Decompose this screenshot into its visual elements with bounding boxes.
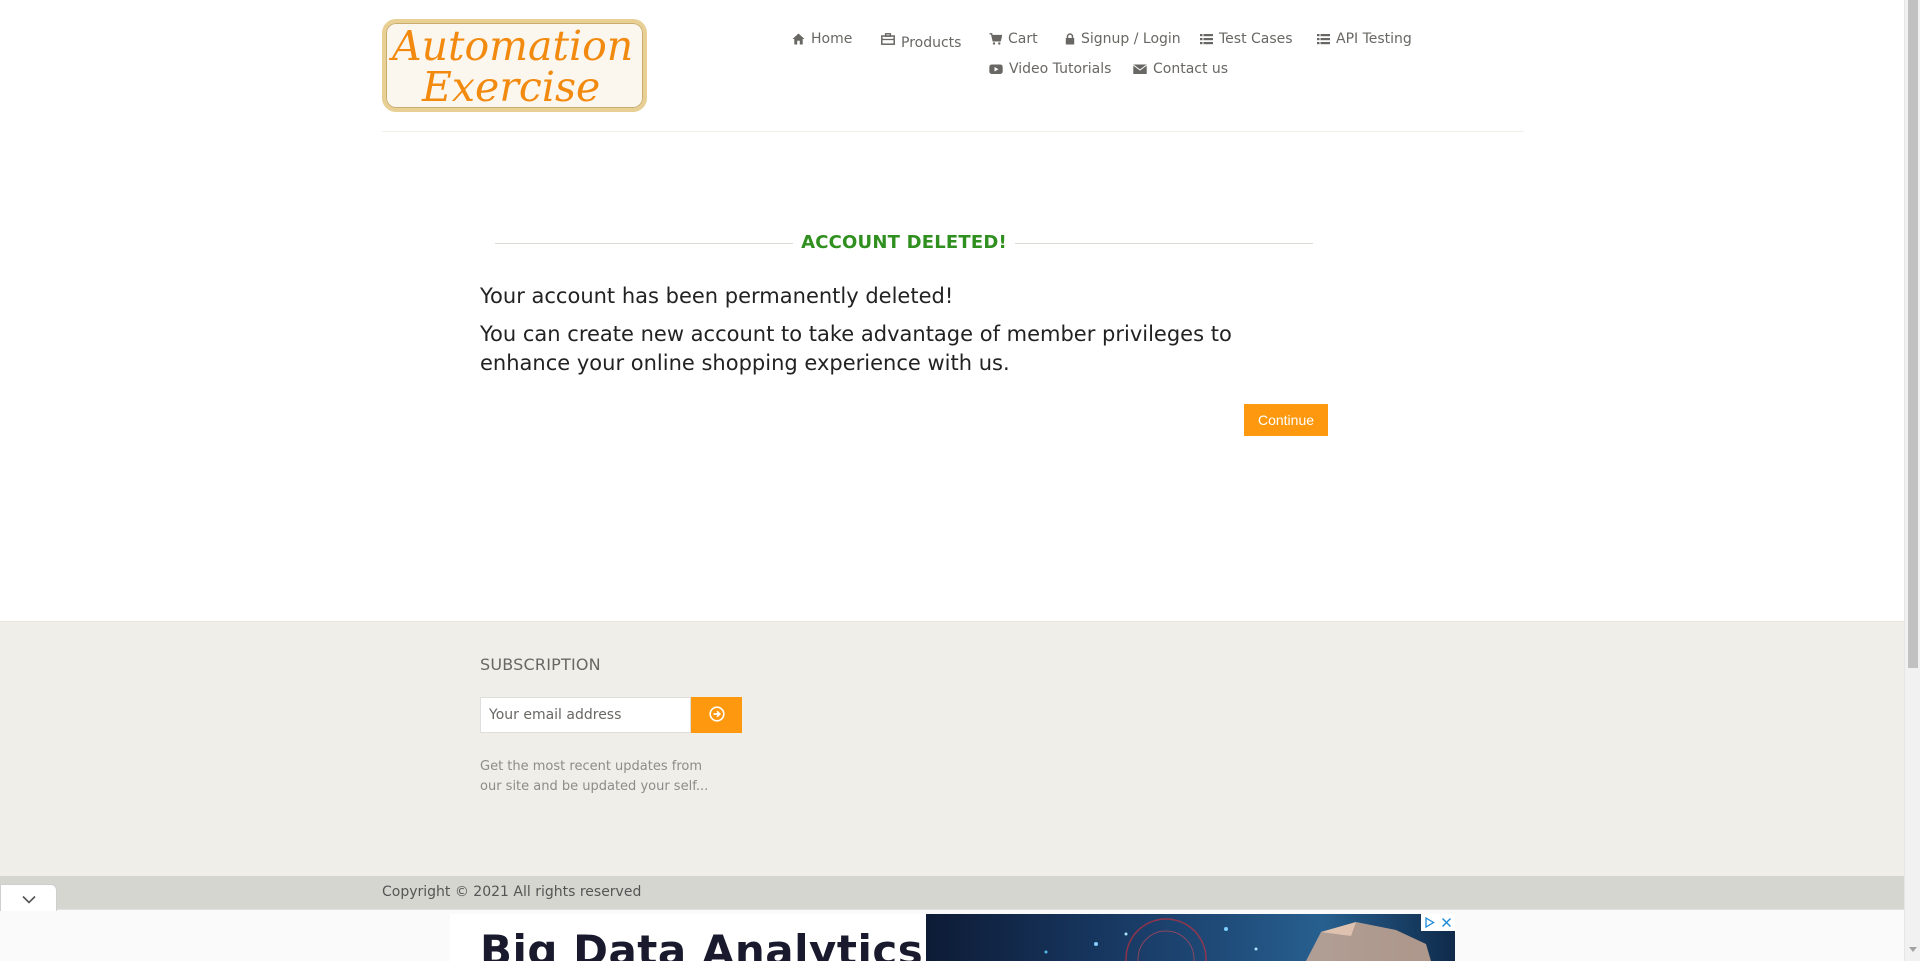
logo-line2: Exercise (421, 63, 600, 108)
arrow-circle-right-icon (708, 705, 725, 725)
privileges-message: You can create new account to take advan… (480, 322, 1232, 375)
ad-image (926, 914, 1455, 961)
subscription-email-input[interactable] (480, 697, 691, 733)
ad-banner[interactable]: Big Data Analytics (450, 914, 1455, 961)
chevron-down-icon (21, 889, 36, 908)
subscription-title: SUBSCRIPTION (480, 655, 601, 674)
nav-home-label: Home (811, 31, 853, 47)
continue-button[interactable]: Continue (1244, 404, 1328, 436)
nav-contact-us-label: Contact us (1153, 61, 1229, 77)
vertical-scrollbar[interactable] (1904, 0, 1920, 961)
lock-icon (1065, 33, 1075, 45)
ad-collapse-toggle[interactable] (0, 884, 57, 911)
footer-edge (0, 621, 1904, 622)
ad-headline: Big Data Analytics (480, 926, 924, 961)
nav-products-label: Products (901, 35, 962, 51)
cart-icon (989, 33, 1002, 45)
nav-video-tutorials[interactable]: Video Tutorials (989, 61, 1111, 77)
subscribe-button[interactable] (691, 697, 742, 733)
copyright-text: Copyright © 2021 All rights reserved (382, 884, 642, 900)
nav-video-tutorials-label: Video Tutorials (1009, 61, 1112, 77)
header-divider (382, 131, 1524, 132)
subscription-description: Get the most recent updates from our sit… (480, 759, 709, 794)
ad-info-icon[interactable] (1421, 914, 1438, 931)
copyright-bar: Copyright © 2021 All rights reserved (0, 876, 1904, 909)
nav-home[interactable]: Home (792, 31, 852, 47)
ad-text-panel: Big Data Analytics (450, 914, 926, 961)
scrollbar-thumb[interactable] (1908, 0, 1918, 668)
home-icon (792, 33, 805, 45)
nav-test-cases[interactable]: Test Cases (1200, 31, 1293, 47)
nav-api-testing-label: API Testing (1336, 31, 1412, 47)
site-logo[interactable]: Automation Exercise (382, 19, 647, 112)
deleted-message: Your account has been permanently delete… (480, 284, 954, 308)
close-icon[interactable] (1438, 914, 1455, 931)
ad-tech-graphic (1044, 918, 1431, 961)
page: Automation Exercise Home Products Cart S… (0, 0, 1920, 961)
nav-signup-login[interactable]: Signup / Login (1065, 31, 1181, 47)
account-deleted-heading: ACCOUNT DELETED! (495, 230, 1313, 255)
products-icon (881, 33, 895, 45)
header: Automation Exercise Home Products Cart S… (0, 0, 1904, 133)
envelope-icon (1133, 63, 1147, 75)
nav-test-cases-label: Test Cases (1219, 31, 1293, 47)
nav-api-testing[interactable]: API Testing (1317, 31, 1412, 47)
footer: SUBSCRIPTION Get the most recent updates… (0, 621, 1904, 876)
nav-signup-label: Signup / Login (1081, 31, 1181, 47)
youtube-icon (989, 63, 1003, 75)
page-title: ACCOUNT DELETED! (801, 232, 1007, 253)
list-icon (1317, 33, 1330, 45)
logo-image: Automation Exercise (388, 23, 633, 108)
scroll-down-arrow-icon[interactable] (1909, 947, 1917, 952)
nav-products[interactable]: Products (881, 31, 961, 51)
nav-cart[interactable]: Cart (989, 31, 1038, 47)
nav-cart-label: Cart (1008, 31, 1038, 47)
nav-contact-us[interactable]: Contact us (1133, 61, 1228, 77)
list-icon (1200, 33, 1213, 45)
